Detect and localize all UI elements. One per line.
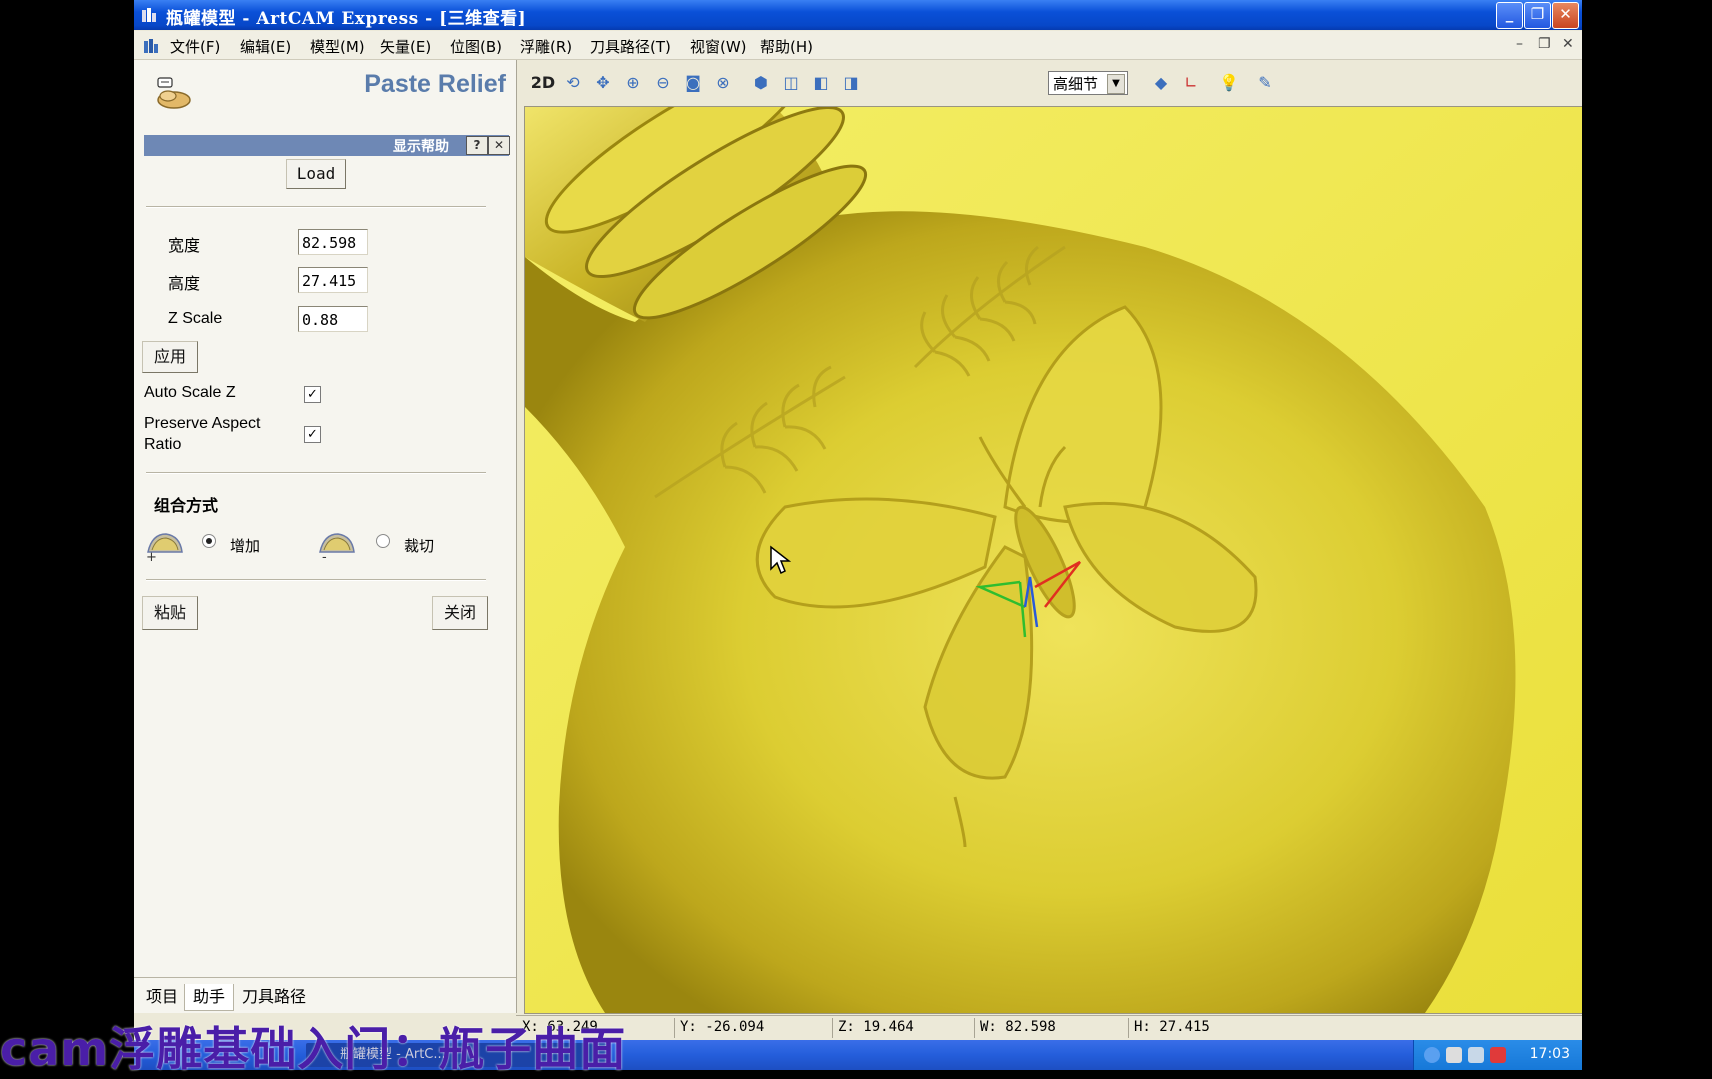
status-w: W: 82.598 <box>980 1019 1056 1035</box>
window-title: 瓶罐模型 - ArtCAM Express - [三维查看] <box>166 9 527 29</box>
close-panel-button[interactable]: 关闭 <box>432 596 488 630</box>
front-view-icon[interactable]: ◫ <box>780 72 802 94</box>
combine-add-radio[interactable] <box>202 534 216 548</box>
pan-icon[interactable]: ✥ <box>592 72 614 94</box>
panel-tabs: 项目 助手 刀具路径 <box>134 977 516 1014</box>
zoom-out-icon[interactable]: ⊖ <box>652 72 674 94</box>
status-h: H: 27.415 <box>1134 1019 1210 1035</box>
zscale-label: Z Scale <box>168 310 223 327</box>
clock: 17:03 <box>1529 1046 1570 1062</box>
divider <box>674 1018 675 1038</box>
volume-icon[interactable] <box>1468 1047 1484 1063</box>
zoom-box-icon[interactable]: ◙ <box>682 72 704 94</box>
divider <box>832 1018 833 1038</box>
system-tray: 17:03 <box>1413 1040 1582 1070</box>
combine-cut-radio[interactable] <box>376 534 390 548</box>
3d-viewport[interactable] <box>524 106 1582 1014</box>
vase-relief-render <box>525 107 1582 1013</box>
help-bar: 显示帮助 ? ✕ <box>144 135 510 156</box>
top-view-icon[interactable]: ◨ <box>840 72 862 94</box>
combine-add-label: 增加 <box>230 537 261 555</box>
close-help-icon[interactable]: ✕ <box>488 136 510 155</box>
document-icon[interactable] <box>142 37 160 55</box>
preserve-aspect-label: Preserve Aspect <box>144 415 261 432</box>
view-2d-button[interactable]: 2D <box>530 72 556 94</box>
divider <box>146 206 486 208</box>
video-caption: cam浮雕基础入门：瓶子曲面 <box>0 1022 627 1076</box>
paste-relief-icon <box>157 77 191 109</box>
menu-file[interactable]: 文件(F) <box>170 36 220 57</box>
status-y: Y: -26.094 <box>680 1019 765 1035</box>
zscale-field[interactable]: 0.88 <box>298 306 368 332</box>
preserve-aspect-label-line2: Ratio <box>144 436 182 453</box>
plus-sign: + <box>146 550 157 565</box>
side-view-icon[interactable]: ◧ <box>810 72 832 94</box>
load-button[interactable]: Load <box>286 159 346 189</box>
menu-bitmap[interactable]: 位图(B) <box>450 36 502 57</box>
network-icon[interactable] <box>1446 1047 1462 1063</box>
close-window-button[interactable]: ✕ <box>1552 2 1579 29</box>
mdi-close-button[interactable]: ✕ <box>1562 36 1574 52</box>
rotate-icon[interactable]: ⟲ <box>562 72 584 94</box>
menu-vector[interactable]: 矢量(E) <box>380 36 431 57</box>
mouse-cursor-icon <box>770 545 791 575</box>
help-icon[interactable]: ? <box>466 136 488 155</box>
iso-view-icon[interactable]: ⬢ <box>750 72 772 94</box>
zoom-in-icon[interactable]: ⊕ <box>622 72 644 94</box>
material-icon[interactable]: ✎ <box>1254 72 1276 94</box>
auto-scale-z-label: Auto Scale Z <box>144 384 236 401</box>
width-field[interactable]: 82.598 <box>298 229 368 255</box>
view-toolbar: 2D ⟲ ✥ ⊕ ⊖ ◙ ⊗ ⬢ ◫ ◧ ◨ 高细节 ▼ ◆ ∟ 💡 ✎ <box>524 62 1582 102</box>
antivirus-icon[interactable] <box>1490 1047 1506 1063</box>
paste-relief-panel: Paste Relief 显示帮助 ? ✕ Load 宽度 82.598 高度 … <box>134 60 517 1013</box>
menu-window[interactable]: 视窗(W) <box>690 36 747 57</box>
artcam-window: 瓶罐模型 - ArtCAM Express - [三维查看] _ ❐ ✕ 文件(… <box>134 0 1582 1070</box>
divider <box>146 472 486 474</box>
show-help-label[interactable]: 显示帮助 <box>393 136 449 156</box>
panel-title: Paste Relief <box>364 70 506 98</box>
paste-button[interactable]: 粘贴 <box>142 596 198 630</box>
detail-level-select[interactable]: 高细节 ▼ <box>1048 71 1128 95</box>
status-bar: X: 63.249 Y: -26.094 Z: 19.464 W: 82.598… <box>516 1015 1582 1041</box>
axis-icon[interactable]: ∟ <box>1180 72 1202 94</box>
tab-assistant[interactable]: 助手 <box>184 984 235 1011</box>
menu-model[interactable]: 模型(M) <box>310 36 365 57</box>
auto-scale-z-checkbox[interactable]: ✓ <box>304 386 321 403</box>
divider <box>1128 1018 1129 1038</box>
combine-mode-label: 组合方式 <box>154 496 219 515</box>
tab-project[interactable]: 项目 <box>138 984 186 1010</box>
status-z: Z: 19.464 <box>838 1019 914 1035</box>
artcam-app-icon <box>142 8 156 22</box>
combine-cut-label: 裁切 <box>404 537 435 555</box>
minus-sign: - <box>322 550 327 565</box>
menu-toolpaths[interactable]: 刀具路径(T) <box>590 36 671 57</box>
height-field[interactable]: 27.415 <box>298 267 368 293</box>
chevron-down-icon[interactable]: ▼ <box>1107 74 1125 94</box>
relief-shade-icon[interactable]: ◆ <box>1150 72 1172 94</box>
menu-relief[interactable]: 浮雕(R) <box>520 36 572 57</box>
mdi-restore-button[interactable]: ❐ <box>1538 36 1551 52</box>
menu-bar: 文件(F) 编辑(E) 模型(M) 矢量(E) 位图(B) 浮雕(R) 刀具路径… <box>134 31 1582 60</box>
divider <box>974 1018 975 1038</box>
preserve-aspect-checkbox[interactable]: ✓ <box>304 426 321 443</box>
zoom-fit-icon[interactable]: ⊗ <box>712 72 734 94</box>
title-bar: 瓶罐模型 - ArtCAM Express - [三维查看] _ ❐ ✕ <box>134 0 1582 30</box>
maximize-button[interactable]: ❐ <box>1524 2 1551 29</box>
light-icon[interactable]: 💡 <box>1218 72 1240 94</box>
height-label: 高度 <box>168 274 201 293</box>
arrow-left-icon[interactable] <box>1424 1047 1440 1063</box>
mdi-minimize-button[interactable]: – <box>1516 36 1523 52</box>
menu-help[interactable]: 帮助(H) <box>760 36 813 57</box>
menu-edit[interactable]: 编辑(E) <box>240 36 291 57</box>
apply-button[interactable]: 应用 <box>142 341 198 373</box>
minimize-button[interactable]: _ <box>1496 2 1523 29</box>
divider <box>146 579 486 581</box>
tab-toolpaths[interactable]: 刀具路径 <box>234 984 314 1010</box>
width-label: 宽度 <box>168 236 201 255</box>
detail-level-value: 高细节 <box>1053 75 1099 93</box>
